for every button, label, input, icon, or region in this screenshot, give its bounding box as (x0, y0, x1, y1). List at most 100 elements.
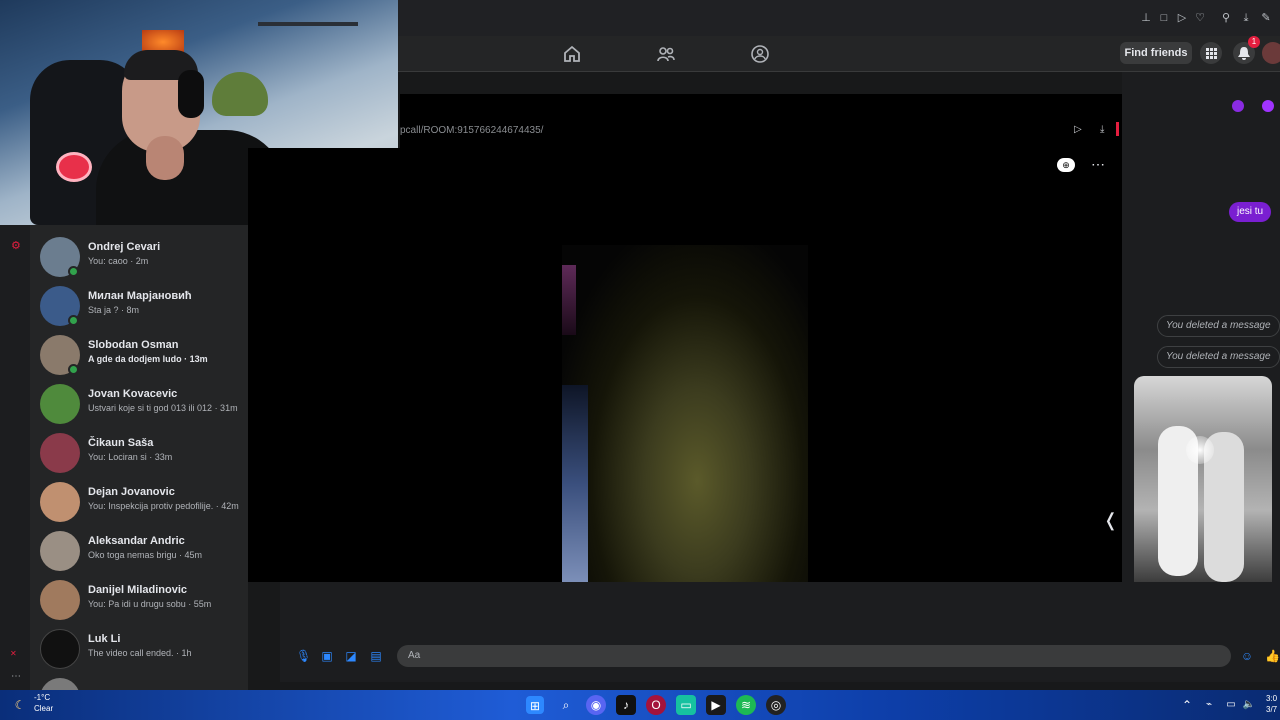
weather-temperature: -1°C (34, 693, 51, 702)
conversation-name: Čikaun Saša (88, 437, 154, 449)
network-icon[interactable]: ⌁ (1202, 695, 1216, 715)
deleted-message: You deleted a message (1157, 315, 1280, 337)
video-glow (562, 265, 576, 335)
avatar (40, 580, 80, 620)
avatar (40, 384, 80, 424)
conversation-item[interactable]: Милан Марјановић Sta ja ? · 8m (30, 280, 248, 329)
microphone-icon[interactable]: 🎙 (296, 649, 311, 663)
media-player-icon[interactable]: ▶ (706, 695, 726, 715)
start-icon[interactable]: ⊞ (526, 696, 544, 714)
conversation-name: Aleksandar Andric (88, 535, 185, 547)
conversation-preview: You: Pa idi u drugu sobu · 55m (88, 599, 212, 609)
gif-icon[interactable]: ▤ (369, 649, 383, 663)
settings-icon[interactable]: ⚙ (11, 239, 21, 252)
conversation-name: Милан Марјановић (88, 290, 192, 302)
weather-icon[interactable]: ☾ (10, 695, 30, 715)
conversation-preview: You: Lociran si · 33m (88, 452, 173, 462)
more-options-icon[interactable]: ⋯ (1091, 156, 1105, 173)
conversation-preview: You: Inspekcija protiv pedofilije. · 42m (88, 501, 239, 511)
friends-icon[interactable] (656, 44, 676, 64)
discord-icon[interactable]: ◉ (586, 695, 606, 715)
conversation-list: Ondrej Cevari You: caoo · 2m Милан Марја… (30, 225, 248, 690)
opera-icon[interactable]: O (646, 695, 666, 715)
messenger-app-icon[interactable]: ▭ (676, 695, 696, 715)
grid-icon (1206, 48, 1217, 59)
volume-icon[interactable]: 🔈 (1242, 695, 1256, 715)
avatar (40, 482, 80, 522)
conversation-item[interactable]: Čikaun Saša You: Lociran si · 33m (30, 427, 248, 476)
ai-icon[interactable]: ✎ (1260, 12, 1272, 24)
weather-condition: Clear (34, 704, 54, 713)
download-icon[interactable]: ⤓ (1240, 12, 1252, 24)
composer-bar (280, 582, 1280, 682)
online-indicator (68, 315, 79, 326)
streamer-hand (146, 136, 184, 180)
shelf (258, 22, 358, 26)
conversation-name: Slobodan Osman (88, 339, 179, 351)
close-icon[interactable]: ✕ (10, 649, 17, 658)
clock-time: 3:0 (1266, 694, 1278, 703)
conversation-preview: Sta ja ? · 8m (88, 305, 140, 315)
menu-grid-button[interactable] (1200, 42, 1222, 64)
conversation-preview: The video call ended. · 1h (88, 648, 192, 658)
call-video-area: ⊕ ⋯ ❬ (248, 148, 1122, 582)
conversation-preview: You: caoo · 2m (88, 256, 149, 266)
pin-icon[interactable]: ⊥ (1140, 12, 1152, 24)
video-edge (562, 385, 588, 582)
image-icon[interactable]: ▣ (320, 649, 334, 663)
home-icon[interactable] (562, 44, 582, 64)
photo-flash (1186, 436, 1214, 464)
conversation-item[interactable]: Dejan Jovanovic You: Inspekcija protiv p… (30, 476, 248, 525)
conversation-item[interactable]: Ondrej Cevari You: caoo · 2m (30, 231, 248, 280)
call-window-header: – □ ✕ ▷ ⤓ (400, 94, 1122, 206)
record-indicator (1116, 122, 1119, 136)
spotify-icon[interactable]: ≋ (736, 695, 756, 715)
online-indicator (68, 266, 79, 277)
avatar (40, 531, 80, 571)
avatar (40, 678, 80, 690)
download-icon[interactable]: ⤓ (1100, 124, 1104, 135)
conversation-item[interactable]: Slobodan Osman A gde da dodjem ludo · 13… (30, 329, 248, 378)
conversation-item[interactable]: Luk Li The video call ended. · 1h (30, 623, 248, 672)
clock-date: 3/7 (1266, 705, 1278, 714)
call-url: pcall/ROOM:915766244674435/ (400, 125, 544, 136)
gamepad-icon[interactable]: ⊕ (1057, 158, 1075, 172)
conversation-item[interactable]: Aleksandar Andric Oko toga nemas brigu ·… (30, 525, 248, 574)
like-icon[interactable]: 👍 (1265, 649, 1280, 663)
message-input[interactable]: Aa (397, 645, 1231, 667)
cart-icon[interactable]: ⚲ (1220, 12, 1232, 24)
window-icon[interactable]: □ (1158, 12, 1170, 24)
deleted-message: You deleted a message (1157, 346, 1280, 368)
more-icon[interactable]: ⋯ (11, 671, 21, 682)
heart-icon[interactable]: ♡ (1194, 12, 1206, 24)
call-icon[interactable] (1232, 100, 1244, 112)
conversation-item[interactable] (30, 672, 248, 690)
conversation-name: Ondrej Cevari (88, 241, 161, 253)
conversation-name: Dejan Jovanovic (88, 486, 175, 498)
conversation-name: Jovan Kovacevic (88, 388, 178, 400)
chevron-up-icon[interactable]: ⌃ (1180, 695, 1194, 715)
play-icon[interactable]: ▷ (1176, 12, 1188, 24)
groups-icon[interactable] (750, 44, 770, 64)
collapse-icon[interactable]: ❬ (1103, 510, 1118, 531)
avatar (40, 629, 80, 669)
display-icon[interactable]: ▭ (1224, 695, 1238, 715)
conversation-preview: Oko toga nemas brigu · 45m (88, 550, 203, 560)
search-icon[interactable]: ⌕ (556, 695, 576, 715)
plush-toy (212, 72, 268, 116)
conversation-name: Danijel Miladinovic (88, 584, 188, 596)
obs-icon[interactable]: ◎ (766, 695, 786, 715)
headset (178, 70, 204, 118)
profile-avatar[interactable] (1262, 42, 1280, 64)
windows-taskbar (0, 690, 1280, 720)
my-message-bubble[interactable]: jesi tu (1229, 202, 1272, 222)
conversation-item[interactable]: Jovan Kovacevic Ustvari koje si ti god 0… (30, 378, 248, 427)
conversation-item[interactable]: Danijel Miladinovic You: Pa idi u drugu … (30, 574, 248, 623)
send-icon[interactable]: ▷ (1074, 124, 1082, 135)
info-icon[interactable] (1262, 100, 1274, 112)
emoji-icon[interactable]: ☺ (1240, 649, 1254, 663)
conversation-name: Luk Li (88, 633, 121, 645)
tiktok-icon[interactable]: ♪ (616, 695, 636, 715)
sticker-icon[interactable]: ◪ (344, 649, 358, 663)
find-friends-button[interactable]: Find friends (1120, 42, 1192, 64)
